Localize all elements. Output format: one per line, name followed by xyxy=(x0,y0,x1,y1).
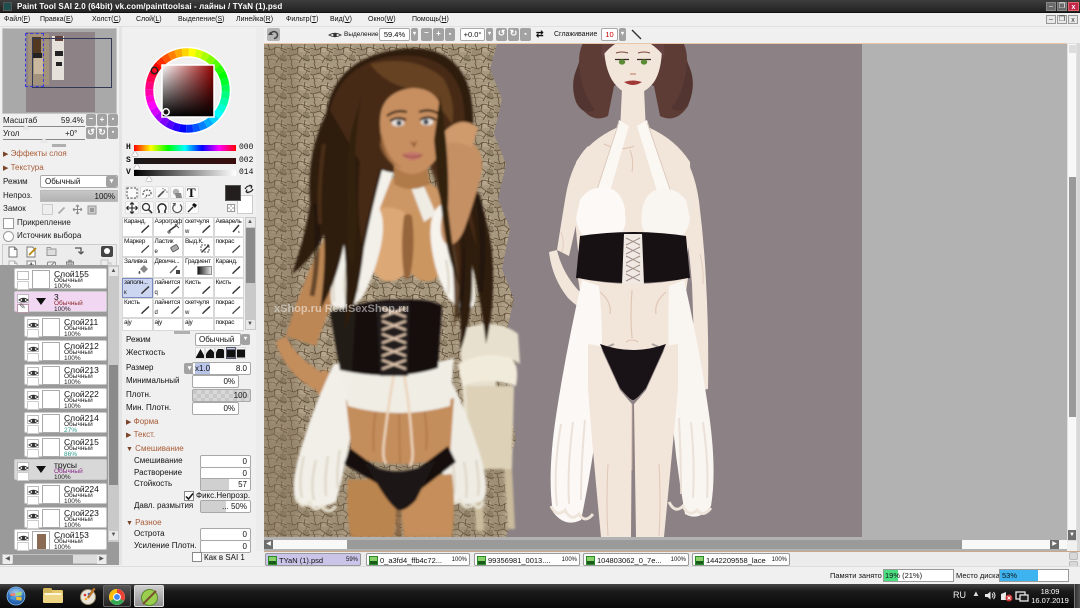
svg-text:xShop.ru RealSexShop.ru: xShop.ru RealSexShop.ru xyxy=(274,303,409,315)
